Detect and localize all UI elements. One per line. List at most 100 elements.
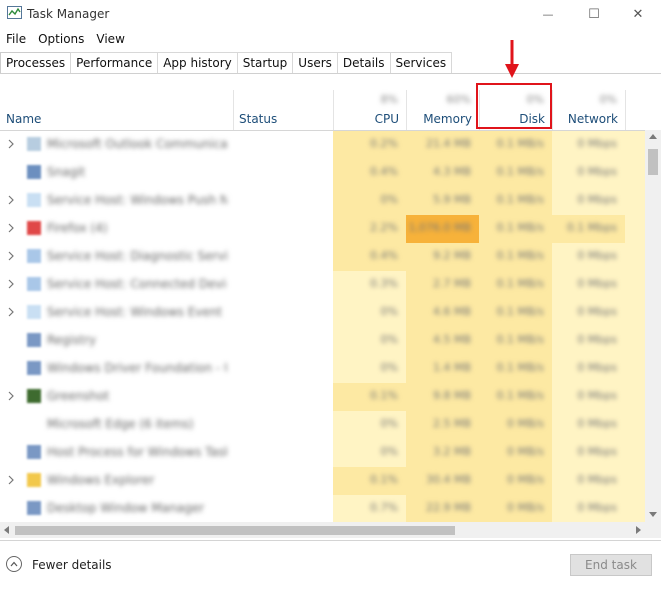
cpu-cell-value: 0% bbox=[380, 333, 398, 346]
vertical-scrollbar[interactable] bbox=[645, 130, 661, 522]
minimize-button[interactable]: — bbox=[525, 0, 571, 28]
power-cell bbox=[625, 439, 645, 467]
memory-cell: 22.9 MB bbox=[406, 495, 479, 522]
process-row[interactable]: Windows Explorer 0.1% 30.4 MB 0 MB/s 0 Mbps bbox=[0, 467, 645, 495]
tab-app-history[interactable]: App history bbox=[157, 52, 238, 73]
horizontal-scroll-thumb[interactable] bbox=[15, 526, 455, 535]
memory-cell: 9.8 MB bbox=[406, 383, 479, 411]
cpu-total: 8% bbox=[380, 93, 398, 106]
power-cell bbox=[625, 131, 645, 159]
process-name: Desktop Window Manager bbox=[47, 501, 205, 515]
process-row[interactable]: Firefox (4) 2.2% 1,076.0 MB 0.1 MB/s 0.1 Mbp… bbox=[0, 215, 645, 243]
chevron-right-icon[interactable] bbox=[7, 249, 15, 263]
cpu-cell: 0.1% bbox=[333, 467, 406, 495]
process-row[interactable]: Microsoft Edge (6 items) 0% 2.5 MB 0 MB/s 0 … bbox=[0, 411, 645, 439]
process-icon bbox=[27, 305, 41, 319]
process-row[interactable]: Greenshot 0.1% 9.8 MB 0.1 MB/s 0 Mbps bbox=[0, 383, 645, 411]
column-network[interactable]: 0% Network bbox=[552, 88, 625, 130]
process-row[interactable]: Service Host: Connected Devic... 0.3% 2.7 … bbox=[0, 271, 645, 299]
disk-cell-value: 0.1 MB/s bbox=[496, 193, 544, 206]
minimize-icon: — bbox=[542, 7, 554, 21]
maximize-icon: ☐ bbox=[588, 6, 600, 22]
cpu-cell: 0% bbox=[333, 439, 406, 467]
menu-file[interactable]: File bbox=[0, 30, 32, 48]
close-button[interactable]: ✕ bbox=[615, 0, 661, 28]
disk-cell: 0 MB/s bbox=[479, 495, 552, 522]
tab-services[interactable]: Services bbox=[389, 52, 453, 73]
process-name: Microsoft Outlook Communications bbox=[47, 137, 227, 151]
process-icon bbox=[27, 137, 41, 151]
close-icon: ✕ bbox=[632, 6, 644, 22]
maximize-button[interactable]: ☐ bbox=[571, 0, 617, 28]
process-row[interactable]: Windows Driver Foundation - U... 0% 1.4 MB… bbox=[0, 355, 645, 383]
column-status[interactable]: Status bbox=[239, 112, 277, 126]
network-cell-value: 0 Mbps bbox=[577, 165, 617, 178]
power-cell bbox=[625, 159, 645, 187]
process-row[interactable]: Service Host: Diagnostic Service 0.4% 9.2 … bbox=[0, 243, 645, 271]
network-cell-value: 0 Mbps bbox=[577, 305, 617, 318]
chevron-right-icon[interactable] bbox=[7, 305, 15, 319]
disk-cell: 0 MB/s bbox=[479, 439, 552, 467]
menu-options[interactable]: Options bbox=[32, 30, 90, 48]
chevron-right-icon[interactable] bbox=[7, 389, 15, 403]
column-memory[interactable]: 60% Memory bbox=[406, 88, 479, 130]
scroll-up-arrow-icon[interactable] bbox=[649, 134, 657, 139]
process-name: Greenshot bbox=[47, 389, 110, 403]
tab-details[interactable]: Details bbox=[336, 52, 391, 73]
process-icon bbox=[27, 277, 41, 291]
memory-cell: 4.5 MB bbox=[406, 327, 479, 355]
process-name: Service Host: Windows Push No... bbox=[47, 193, 227, 207]
process-row[interactable]: Service Host: Windows Push No... 0% 5.9 MB… bbox=[0, 187, 645, 215]
cpu-cell-value: 0.7% bbox=[370, 501, 398, 514]
disk-cell: 0.1 MB/s bbox=[479, 355, 552, 383]
menu-view[interactable]: View bbox=[90, 30, 130, 48]
memory-cell-value: 2.7 MB bbox=[432, 277, 471, 290]
cpu-cell-value: 0.4% bbox=[370, 249, 398, 262]
network-cell: 0 Mbps bbox=[552, 131, 625, 159]
disk-cell: 0.1 MB/s bbox=[479, 131, 552, 159]
network-cell: 0 Mbps bbox=[552, 467, 625, 495]
process-row[interactable]: Host Process for Windows Tasks 0% 3.2 MB 0 … bbox=[0, 439, 645, 467]
vertical-scroll-thumb[interactable] bbox=[648, 149, 658, 175]
memory-cell: 9.2 MB bbox=[406, 243, 479, 271]
window-title: Task Manager bbox=[27, 7, 110, 21]
network-cell: 0.1 Mbps bbox=[552, 215, 625, 243]
chevron-right-icon[interactable] bbox=[7, 137, 15, 151]
memory-cell: 5.9 MB bbox=[406, 187, 479, 215]
scroll-right-arrow-icon[interactable] bbox=[636, 526, 641, 534]
chevron-right-icon[interactable] bbox=[7, 473, 15, 487]
tab-performance[interactable]: Performance bbox=[70, 52, 159, 73]
process-row[interactable]: Registry 0% 4.5 MB 0.1 MB/s 0 Mbps bbox=[0, 327, 645, 355]
column-cpu[interactable]: 8% CPU bbox=[333, 88, 406, 130]
chevron-up-circle-icon[interactable] bbox=[6, 556, 22, 572]
memory-cell-value: 1,076.0 MB bbox=[408, 221, 471, 234]
tab-processes[interactable]: Processes bbox=[0, 52, 72, 74]
power-cell bbox=[625, 327, 645, 355]
disk-cell-value: 0.1 MB/s bbox=[496, 277, 544, 290]
fewer-details-link[interactable]: Fewer details bbox=[32, 558, 112, 572]
cpu-cell: 0.2% bbox=[333, 131, 406, 159]
process-row[interactable]: Desktop Window Manager 0.7% 22.9 MB 0 MB/s 0… bbox=[0, 495, 645, 522]
tab-bar: Processes Performance App history Startu… bbox=[0, 52, 453, 74]
network-cell-value: 0 Mbps bbox=[577, 445, 617, 458]
process-icon bbox=[27, 165, 41, 179]
memory-cell: 4.3 MB bbox=[406, 159, 479, 187]
chevron-right-icon[interactable] bbox=[7, 277, 15, 291]
process-icon bbox=[27, 221, 41, 235]
process-icon bbox=[27, 445, 41, 459]
process-row[interactable]: Microsoft Outlook Communications 0.2% 21.4… bbox=[0, 131, 645, 159]
scroll-left-arrow-icon[interactable] bbox=[4, 526, 9, 534]
tab-users[interactable]: Users bbox=[292, 52, 338, 73]
scroll-down-arrow-icon[interactable] bbox=[649, 512, 657, 517]
tab-startup[interactable]: Startup bbox=[236, 52, 294, 73]
end-task-button[interactable]: End task bbox=[570, 554, 652, 576]
chevron-right-icon[interactable] bbox=[7, 193, 15, 207]
memory-cell: 4.6 MB bbox=[406, 299, 479, 327]
process-row[interactable]: Service Host: Windows Event Log 0% 4.6 MB 0… bbox=[0, 299, 645, 327]
column-name[interactable]: Name bbox=[6, 112, 41, 126]
chevron-right-icon[interactable] bbox=[7, 221, 15, 235]
disk-cell: 0.1 MB/s bbox=[479, 327, 552, 355]
cpu-cell: 0.7% bbox=[333, 495, 406, 522]
process-row[interactable]: Snagit 0.4% 4.3 MB 0.1 MB/s 0 Mbps bbox=[0, 159, 645, 187]
disk-cell-value: 0 MB/s bbox=[507, 417, 544, 430]
